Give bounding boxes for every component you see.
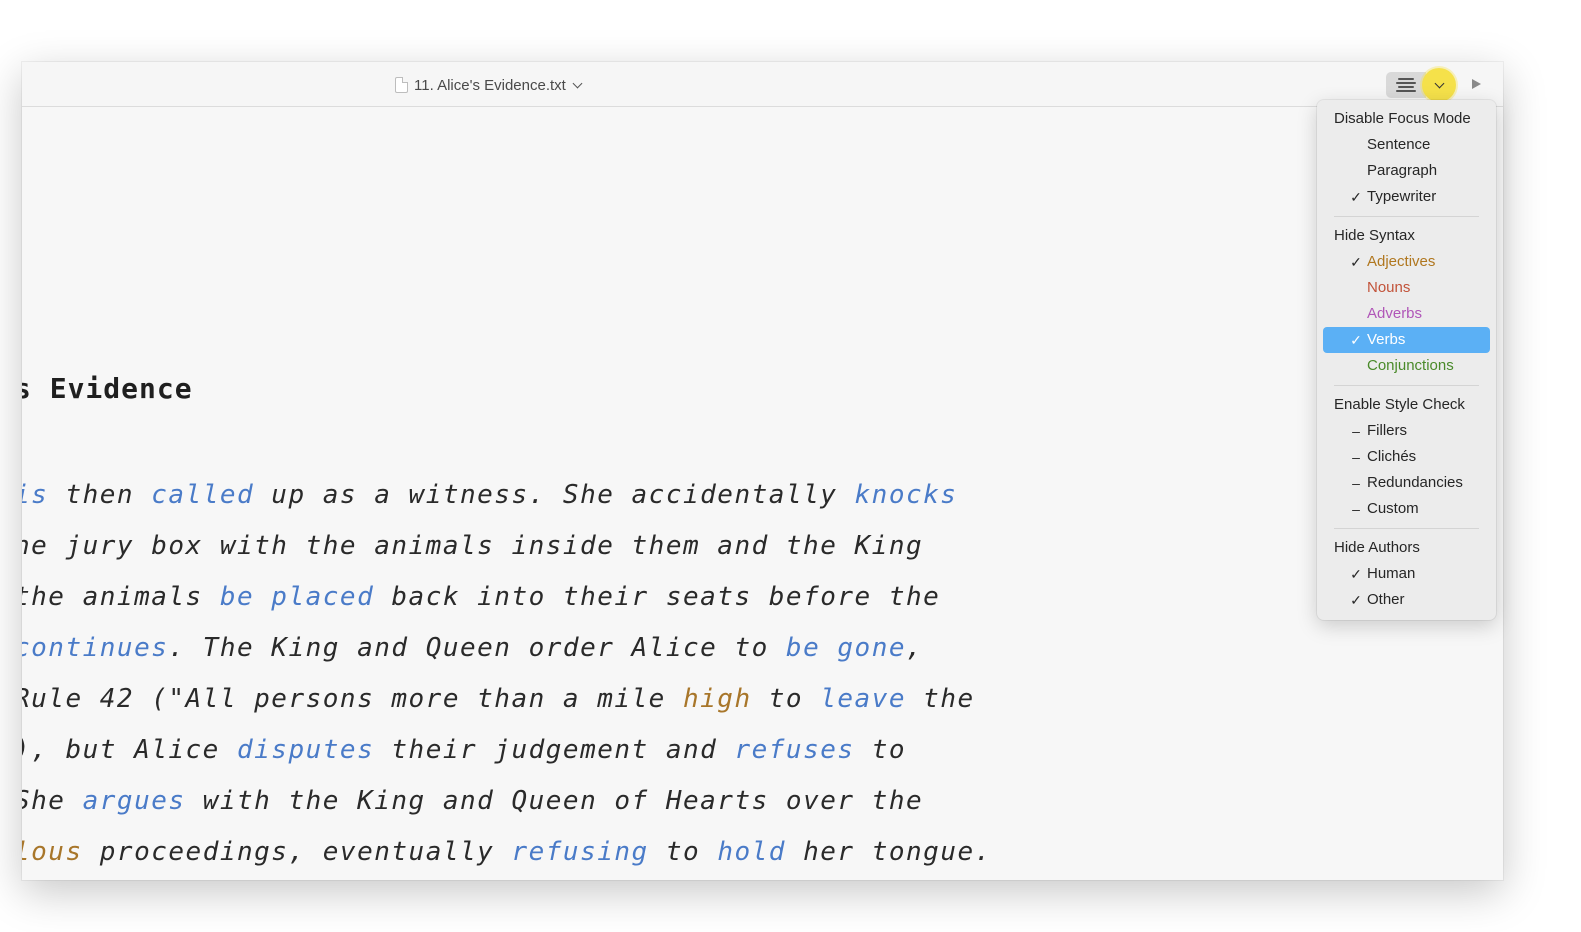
menu-item-custom[interactable]: – Custom xyxy=(1323,496,1490,522)
menu-item-adjectives[interactable]: ✓ Adjectives xyxy=(1323,249,1490,275)
menu-item-sentence[interactable]: Sentence xyxy=(1323,132,1490,158)
menu-item-conjunctions[interactable]: Conjunctions xyxy=(1323,353,1490,379)
verb-highlight: be gone xyxy=(785,633,906,663)
verb-highlight: hold xyxy=(717,837,786,867)
plain-text: their judgement and xyxy=(374,735,735,765)
plain-text: , xyxy=(906,633,924,663)
menu-item-cliches[interactable]: – Clichés xyxy=(1323,444,1490,470)
checkmark-icon: ✓ xyxy=(1350,332,1362,348)
adjective-highlight: high xyxy=(682,684,752,714)
menu-separator xyxy=(1334,385,1479,386)
plain-text: back into their seats before the xyxy=(374,582,941,612)
menu-item-adverbs[interactable]: Adverbs xyxy=(1323,301,1490,327)
text-line: the animals be placed back into their se… xyxy=(22,572,1114,623)
focus-mode-lines-icon xyxy=(1396,78,1416,92)
play-icon[interactable] xyxy=(1472,79,1481,89)
plain-text: the xyxy=(906,684,975,714)
chevron-down-icon xyxy=(1434,78,1444,89)
body-paragraph: is then called up as a witness. She acci… xyxy=(22,470,1114,878)
editor-window: 11. Alice's Evidence.txt s Evidence is t… xyxy=(22,62,1503,880)
document-icon xyxy=(395,77,408,93)
title-bar: 11. Alice's Evidence.txt xyxy=(22,62,1503,107)
plain-text: . The King and Queen order Alice to xyxy=(168,633,786,663)
menu-item-paragraph[interactable]: Paragraph xyxy=(1323,158,1490,184)
menu-item-human[interactable]: ✓ Human xyxy=(1323,561,1490,587)
verb-highlight: continues xyxy=(22,633,169,663)
menu-item-fillers[interactable]: – Fillers xyxy=(1323,418,1490,444)
menu-item-verbs[interactable]: ✓ Verbs xyxy=(1323,327,1490,353)
document-title-button[interactable]: 11. Alice's Evidence.txt xyxy=(395,75,583,95)
adjective-highlight: lous xyxy=(22,837,83,867)
plain-text: She xyxy=(22,786,66,816)
verb-highlight: refuses xyxy=(734,735,855,765)
menu-item-hide-syntax[interactable]: Hide Syntax xyxy=(1323,223,1490,249)
text-line: ), but Alice disputes their judgement an… xyxy=(22,725,1114,776)
text-line: he jury box with the animals inside them… xyxy=(22,521,1114,572)
plain-text: her tongue. xyxy=(785,837,992,867)
chevron-down-icon xyxy=(572,78,583,88)
checkmark-icon: ✓ xyxy=(1350,189,1362,205)
plain-text: then xyxy=(48,480,152,510)
focus-mode-dropdown-button[interactable] xyxy=(1422,68,1456,102)
dash-icon: – xyxy=(1352,501,1360,517)
checkmark-icon: ✓ xyxy=(1350,254,1362,270)
text-line: Rule 42 ("All persons more than a mile h… xyxy=(22,674,1114,725)
verb-highlight: knocks xyxy=(854,480,958,510)
plain-text: proceedings, eventually xyxy=(82,837,512,867)
focus-mode-menu: Disable Focus Mode Sentence Paragraph ✓ … xyxy=(1317,100,1496,620)
menu-item-nouns[interactable]: Nouns xyxy=(1323,275,1490,301)
menu-item-enable-style-check[interactable]: Enable Style Check xyxy=(1323,392,1490,418)
menu-item-hide-authors[interactable]: Hide Authors xyxy=(1323,535,1490,561)
menu-separator xyxy=(1334,216,1479,217)
menu-item-typewriter[interactable]: ✓ Typewriter xyxy=(1323,184,1490,210)
verb-highlight: leave xyxy=(820,684,907,714)
plain-text: ), but Alice xyxy=(22,735,237,765)
text-line: She argues with the King and Queen of He… xyxy=(22,776,1114,827)
text-line: lous proceedings, eventually refusing to… xyxy=(22,827,1114,878)
verb-highlight: argues xyxy=(82,786,186,816)
plain-text: up as a witness. She accidentally xyxy=(254,480,855,510)
menu-separator xyxy=(1334,528,1479,529)
plain-text: he jury box with the animals inside them… xyxy=(22,531,924,561)
checkmark-icon: ✓ xyxy=(1350,566,1362,582)
verb-highlight: is xyxy=(22,480,49,510)
checkmark-icon: ✓ xyxy=(1350,592,1362,608)
plain-text: the animals xyxy=(22,582,220,612)
plain-text: with the King and Queen of Hearts over t… xyxy=(185,786,924,816)
plain-text: to xyxy=(751,684,821,714)
plain-text: Rule 42 ("All persons more than a mile xyxy=(22,684,683,714)
verb-highlight: called xyxy=(151,480,255,510)
dash-icon: – xyxy=(1352,449,1360,465)
verb-highlight: refusing xyxy=(511,837,649,867)
menu-item-other[interactable]: ✓ Other xyxy=(1323,587,1490,613)
menu-item-redundancies[interactable]: – Redundancies xyxy=(1323,470,1490,496)
menu-item-disable-focus-mode[interactable]: Disable Focus Mode xyxy=(1323,106,1490,132)
verb-highlight: disputes xyxy=(237,735,375,765)
document-heading: s Evidence xyxy=(22,372,193,405)
text-line: continues. The King and Queen order Alic… xyxy=(22,623,1114,674)
focus-mode-button[interactable] xyxy=(1386,72,1426,98)
plain-text: to xyxy=(854,735,907,765)
dash-icon: – xyxy=(1352,423,1360,439)
text-line: is then called up as a witness. She acci… xyxy=(22,470,1114,521)
document-title: 11. Alice's Evidence.txt xyxy=(414,76,566,94)
text-editor[interactable]: s Evidence is then called up as a witnes… xyxy=(22,107,1503,880)
verb-highlight: be placed xyxy=(219,582,375,612)
plain-text: to xyxy=(648,837,718,867)
dash-icon: – xyxy=(1352,475,1360,491)
